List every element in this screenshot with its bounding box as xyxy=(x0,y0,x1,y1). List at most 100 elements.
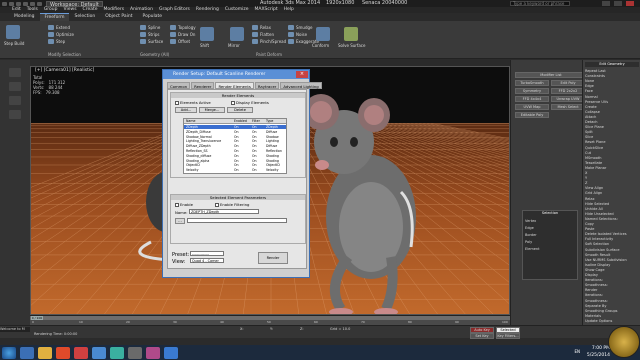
ie-icon[interactable] xyxy=(20,346,34,359)
table-row[interactable]: ZDepth On On ZDepth xyxy=(184,125,286,129)
selection-level[interactable]: Border xyxy=(525,233,579,238)
optimize-button[interactable]: Optimize xyxy=(48,32,74,37)
conform-icon[interactable] xyxy=(316,27,330,41)
modifier-item[interactable]: Mesh Select xyxy=(551,104,585,110)
column-filter[interactable]: Filter xyxy=(252,119,260,124)
minimize-button[interactable] xyxy=(602,1,610,6)
open-icon[interactable] xyxy=(16,1,21,6)
delete-button[interactable]: Delete xyxy=(227,107,253,113)
relax-button[interactable]: Relax xyxy=(252,25,271,30)
offset-button[interactable]: Offset xyxy=(170,39,190,44)
enable-filtering-checkbox[interactable]: Enable Filtering xyxy=(215,202,249,207)
table-row[interactable]: Velocity On On Velocity xyxy=(184,168,286,172)
add-button[interactable]: Add... xyxy=(175,107,197,113)
draw-on-button[interactable]: Draw On xyxy=(170,32,195,37)
chrome-icon[interactable] xyxy=(92,346,106,359)
redo-icon[interactable] xyxy=(37,1,42,6)
surface-button[interactable]: Surface xyxy=(140,39,163,44)
selection-header[interactable]: Selection xyxy=(523,211,577,216)
dialog-tab[interactable]: Advanced Lighting xyxy=(280,82,322,89)
preset-dropdown[interactable]: -------------- xyxy=(190,251,224,256)
merge-button[interactable]: Merge... xyxy=(199,107,225,113)
flatten-button[interactable]: Flatten xyxy=(252,32,274,37)
ribbon-tab[interactable]: Populate xyxy=(139,13,167,21)
ribbon-tab[interactable]: Object Paint xyxy=(101,13,136,21)
modifier-item[interactable]: UVW Map xyxy=(515,104,549,110)
folder-icon[interactable] xyxy=(164,346,178,359)
strips-button[interactable]: Strips xyxy=(140,32,160,37)
ribbon-tab[interactable]: Freeform xyxy=(40,13,69,21)
topology-button[interactable]: Topology xyxy=(170,25,196,30)
photoshop-icon[interactable] xyxy=(146,346,160,359)
ribbon-tab[interactable]: Selection xyxy=(71,13,100,21)
display-elements-checkbox[interactable]: Display Elements xyxy=(231,100,269,105)
youtube-icon[interactable] xyxy=(74,346,88,359)
max-icon[interactable] xyxy=(110,346,124,359)
solve-surface-icon[interactable] xyxy=(344,27,358,41)
modifier-item[interactable]: Unwrap UVW xyxy=(551,96,585,102)
dialog-tab[interactable]: Renderer xyxy=(191,82,215,89)
selection-level[interactable]: Element xyxy=(525,247,579,252)
output-path-field[interactable] xyxy=(187,218,287,223)
view-dropdown[interactable]: Quad 4 - Camer xyxy=(190,258,224,263)
quick-access-toolbar[interactable] xyxy=(0,1,42,6)
dialog-title[interactable]: Render Setup: Default Scanline Renderer xyxy=(163,70,309,79)
app-icon[interactable] xyxy=(2,1,7,6)
dialog-tab[interactable]: Common xyxy=(167,82,191,89)
selection-level[interactable]: Vertex xyxy=(525,219,579,224)
explorer-icon[interactable] xyxy=(38,346,52,359)
selection-level[interactable]: Poly xyxy=(525,240,579,245)
shift-icon[interactable] xyxy=(200,27,214,41)
enable-checkbox[interactable]: Enable xyxy=(175,202,193,207)
modifier-item[interactable]: Edit Poly xyxy=(551,80,585,86)
render-button[interactable]: Render xyxy=(258,252,288,264)
element-name-field[interactable]: ZDEPTH_ZDepth xyxy=(189,209,259,214)
modifier-item[interactable]: FFD 4x4x4 xyxy=(515,96,549,102)
dialog-tab[interactable]: Render Elements xyxy=(215,82,254,89)
modifier-item[interactable]: TurboSmooth xyxy=(515,80,549,86)
extend-button[interactable]: Extend xyxy=(48,25,70,30)
save-icon[interactable] xyxy=(23,1,28,6)
table-row[interactable]: ObjectID On On ObjectID xyxy=(184,163,286,167)
dialog-close-button[interactable]: × xyxy=(296,71,308,78)
column-enabled[interactable]: Enabled xyxy=(234,119,247,124)
scale-icon[interactable] xyxy=(9,110,21,119)
table-row[interactable]: Lighting_Translucence On On Lighting xyxy=(184,139,286,143)
undo-icon[interactable] xyxy=(30,1,35,6)
table-row[interactable]: Shading_alpha On On Shading xyxy=(184,159,286,163)
set-key-button[interactable]: Set Key xyxy=(470,333,494,339)
table-row[interactable]: Shading_diffuse On On Shading xyxy=(184,154,286,158)
modifier-item[interactable]: FFD 2x2x2 xyxy=(551,88,585,94)
search-input[interactable]: Type a keyword or phrase xyxy=(510,1,570,6)
select-icon[interactable] xyxy=(9,68,21,77)
elements-active-checkbox[interactable]: Elements Active xyxy=(175,100,211,105)
close-button[interactable] xyxy=(626,1,634,6)
step-build-button[interactable]: Step Build xyxy=(4,41,24,46)
mirror-icon[interactable] xyxy=(230,27,244,41)
media-icon[interactable] xyxy=(56,346,70,359)
workspace-dropdown[interactable]: Workspace: Default xyxy=(46,0,103,8)
selection-level[interactable]: Edge xyxy=(525,226,579,231)
table-row[interactable]: Reflection_SS On On Reflection xyxy=(184,149,286,153)
modifier-item[interactable]: Editable Poly xyxy=(515,112,549,118)
dialog-tab[interactable]: Raytracer xyxy=(254,82,280,89)
key-filters-button[interactable]: Key Filters... xyxy=(496,333,520,339)
rotate-icon[interactable] xyxy=(9,96,21,105)
smudge-button[interactable]: Smudge xyxy=(288,25,313,30)
table-row[interactable]: ZDepth_Diffuse On On Diffuse xyxy=(184,130,286,134)
pinch-button[interactable]: Pinch/Spread xyxy=(252,39,286,44)
render-setup-dialog[interactable]: Render Setup: Default Scanline Renderer … xyxy=(162,69,322,278)
viewport-label[interactable]: [+] [Camera01] [Realistic] xyxy=(35,68,94,73)
table-row[interactable]: Shadow_Normal On On Shadow xyxy=(184,135,286,139)
maxscript-listener[interactable]: Welcome to M xyxy=(0,327,30,332)
files-button[interactable]: ... xyxy=(175,218,185,224)
move-icon[interactable] xyxy=(9,82,21,91)
table-row[interactable]: Diffuse_ZDepth On On Diffuse xyxy=(184,144,286,148)
column-type[interactable]: Type xyxy=(266,119,273,124)
step-button[interactable]: Step xyxy=(48,39,65,44)
render-elements-table[interactable]: Name Enabled Filter Type ZDepth On On ZDept… xyxy=(183,118,287,174)
spline-button[interactable]: Spline xyxy=(140,25,160,30)
app-icon[interactable] xyxy=(128,346,142,359)
new-icon[interactable] xyxy=(9,1,14,6)
column-name[interactable]: Name xyxy=(186,119,195,124)
